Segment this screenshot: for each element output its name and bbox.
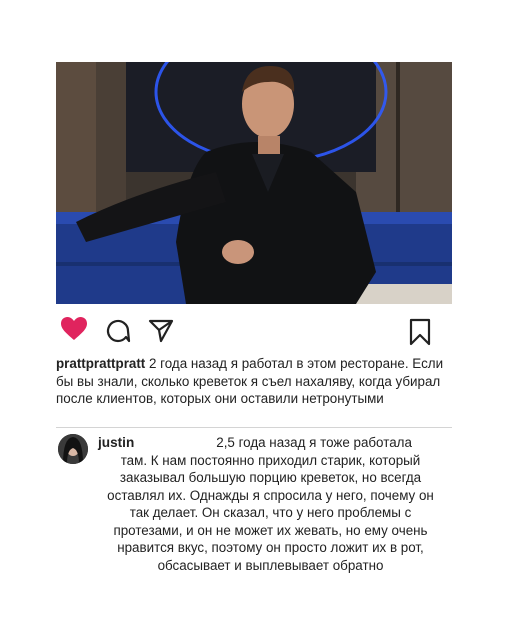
comment: justin 2,5 года назад я тоже работала та…	[98, 434, 443, 574]
avatar[interactable]	[58, 434, 88, 464]
post-caption: prattprattpratt 2 года назад я работал в…	[56, 355, 456, 408]
avatar-image	[58, 434, 88, 464]
comment-username[interactable]: justin	[98, 434, 134, 452]
post-username[interactable]: prattprattpratt	[56, 356, 145, 371]
bookmark-icon[interactable]	[408, 318, 432, 346]
send-icon[interactable]	[148, 318, 174, 344]
comment-first-line: 2,5 года назад я тоже работала	[216, 435, 412, 450]
post-photo-illustration	[56, 62, 452, 304]
post-actions-bar	[56, 316, 452, 348]
heart-icon[interactable]	[60, 316, 88, 342]
comment-body: там. К нам постоянно приходил старик, ко…	[107, 452, 434, 573]
post-photo[interactable]	[56, 62, 452, 304]
comment-icon[interactable]	[105, 318, 131, 344]
divider	[56, 427, 452, 428]
